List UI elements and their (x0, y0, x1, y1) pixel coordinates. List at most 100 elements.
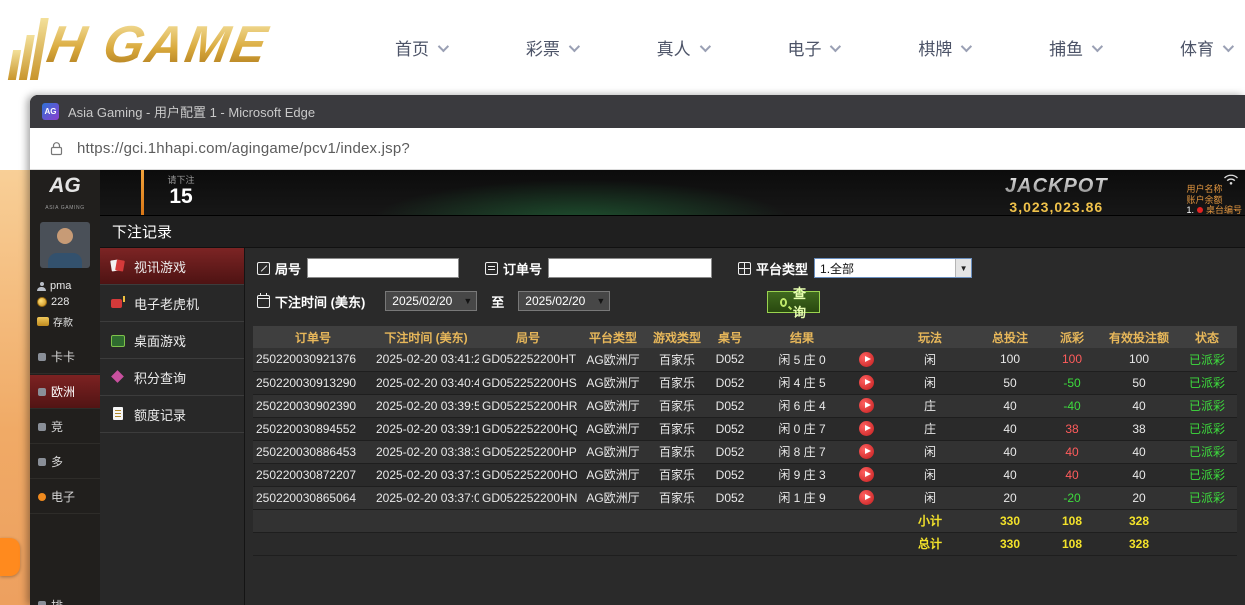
site-logo[interactable]: H GAME (8, 10, 274, 80)
cell-status: 已派彩 (1177, 440, 1237, 463)
lobby-item-rank[interactable]: 排 (30, 588, 100, 605)
cell-result: 闲 8 庄 7 (755, 440, 849, 463)
cell-play-type: 庄 (883, 417, 977, 440)
nav-item-chess[interactable]: 棋牌 (918, 35, 969, 60)
cell-order-number: 250220030894552 (253, 417, 373, 440)
empty-cell (1177, 532, 1237, 555)
cell-total-bet: 40 (977, 394, 1043, 417)
diamond-icon (110, 369, 126, 385)
notification-dot-icon (1197, 207, 1203, 213)
info-balance: 账户余额 (1186, 195, 1242, 206)
date-from-select[interactable]: 2025/02/20 ▼ (385, 291, 477, 311)
lobby-item-label: 电子 (51, 488, 75, 505)
menu-item-table-games[interactable]: 桌面游戏 (100, 322, 244, 359)
platform-type-label: 平台类型 (756, 259, 808, 278)
cell-play-type: 闲 (883, 463, 977, 486)
lobby-item-multi[interactable]: 多 (30, 445, 100, 479)
cell-replay[interactable] (849, 371, 883, 394)
username-row: pma (37, 280, 71, 292)
cell-platform-type: AG欧洲厅 (577, 371, 649, 394)
lobby-item-kaka[interactable]: 卡卡 (30, 340, 100, 374)
replay-icon[interactable] (859, 490, 874, 505)
order-number-input[interactable] (548, 258, 712, 278)
lobby-item-electronic[interactable]: 电子 (30, 480, 100, 514)
subtotal-bet: 330 (977, 509, 1043, 532)
cell-bet-time: 2025-02-20 03:37:04 (373, 486, 479, 509)
replay-icon[interactable] (859, 467, 874, 482)
replay-icon[interactable] (859, 421, 874, 436)
cell-order-number: 250220030921376 (253, 348, 373, 371)
cell-valid-bet: 40 (1101, 394, 1177, 417)
cell-replay[interactable] (849, 440, 883, 463)
document-icon (110, 406, 126, 422)
nav-label: 棋牌 (918, 35, 952, 60)
menu-item-points-query[interactable]: 积分查询 (100, 359, 244, 396)
menu-item-credit-records[interactable]: 额度记录 (100, 396, 244, 433)
replay-icon[interactable] (859, 375, 874, 390)
cell-table-number: D052 (705, 348, 755, 371)
cell-replay[interactable] (849, 394, 883, 417)
cell-replay[interactable] (849, 417, 883, 440)
lobby-item-jingmi[interactable]: 竞 (30, 410, 100, 444)
cell-replay[interactable] (849, 463, 883, 486)
platform-type-value: 1.全部 (820, 260, 854, 277)
lock-icon[interactable] (50, 141, 63, 156)
records-table-summary: 小计 330 108 328 总计 330 (253, 509, 1237, 555)
table-row: 2502200308650642025-02-20 03:37:04GD0522… (253, 486, 1237, 509)
cell-replay[interactable] (849, 486, 883, 509)
avatar (40, 222, 90, 268)
menu-item-slots[interactable]: 电子老虎机 (100, 285, 244, 322)
menu-item-video-games[interactable]: 视讯游戏 (100, 248, 244, 285)
url-text[interactable]: https://gci.1hhapi.com/agingame/pcv1/ind… (77, 140, 410, 157)
cell-result: 闲 4 庄 5 (755, 371, 849, 394)
cell-order-number: 250220030886453 (253, 440, 373, 463)
nav-item-home[interactable]: 首页 (395, 35, 446, 60)
calendar-icon (257, 295, 270, 308)
jackpot-label: JACKPOT (1005, 175, 1108, 198)
cell-platform-type: AG欧洲厅 (577, 417, 649, 440)
column-header: 桌号 (705, 326, 755, 348)
menu-label: 视讯游戏 (134, 257, 186, 276)
column-header: 游戏类型 (649, 326, 705, 348)
cell-total-bet: 20 (977, 486, 1043, 509)
cell-result: 闲 5 庄 0 (755, 348, 849, 371)
cell-replay[interactable] (849, 348, 883, 371)
cell-total-bet: 100 (977, 348, 1043, 371)
lobby-item-europe[interactable]: 欧洲 (30, 375, 100, 409)
nav-item-live[interactable]: 真人 (657, 35, 708, 60)
cell-table-number: D052 (705, 417, 755, 440)
nav-item-sports[interactable]: 体育 (1180, 35, 1231, 60)
cell-total-bet: 40 (977, 440, 1043, 463)
cell-game-type: 百家乐 (649, 371, 705, 394)
empty-cell (253, 509, 883, 532)
info-label: 桌台编号 (1206, 205, 1242, 216)
promo-tab[interactable] (0, 538, 20, 576)
replay-icon[interactable] (859, 444, 874, 459)
nav-item-electronic[interactable]: 电子 (787, 35, 838, 60)
replay-icon[interactable] (859, 398, 874, 413)
cell-platform-type: AG欧洲厅 (577, 463, 649, 486)
nav-item-fishing[interactable]: 捕鱼 (1049, 35, 1100, 60)
filter-row-1: 局号 订单号 平台类型 1.全部 ▼ (257, 258, 972, 278)
date-from-value: 2025/02/20 (392, 294, 452, 308)
round-number-input[interactable] (307, 258, 459, 278)
hall-icon (38, 353, 46, 361)
info-username: 用户名称 (1186, 184, 1242, 195)
column-header: 平台类型 (577, 326, 649, 348)
cell-play-type: 闲 (883, 486, 977, 509)
cell-result: 闲 1 庄 9 (755, 486, 849, 509)
records-main: 局号 订单号 平台类型 1.全部 ▼ (245, 248, 1245, 605)
search-button[interactable]: 查询 (767, 291, 820, 313)
nav-item-lottery[interactable]: 彩票 (526, 35, 577, 60)
column-header: 状态 (1177, 326, 1237, 348)
deposit-button[interactable]: 存款 (37, 314, 73, 329)
platform-type-select[interactable]: 1.全部 ▼ (814, 258, 972, 278)
empty-cell (253, 532, 883, 555)
ag-sidebar: AG ASIA GAMING pma 228 存款 卡卡 (30, 170, 100, 605)
address-bar[interactable]: https://gci.1hhapi.com/agingame/pcv1/ind… (30, 128, 1245, 170)
column-header: 结果 (755, 326, 849, 348)
replay-icon[interactable] (859, 352, 874, 367)
nav-label: 电子 (787, 35, 821, 60)
date-to-select[interactable]: 2025/02/20 ▼ (518, 291, 610, 311)
cell-payout: 100 (1043, 348, 1101, 371)
